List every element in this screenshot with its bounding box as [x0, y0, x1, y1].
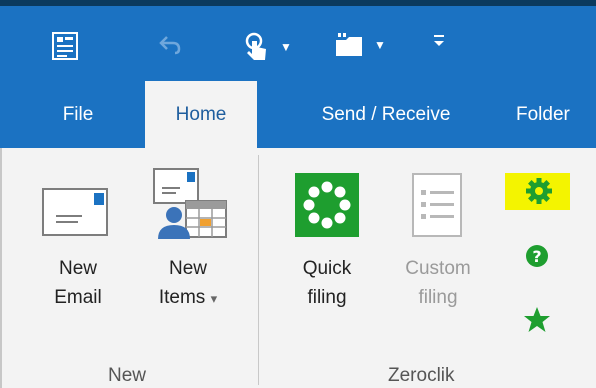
new-items-label-text: Items — [158, 287, 206, 308]
help-question-icon[interactable]: ? — [525, 244, 549, 273]
outlook-tray-icon[interactable] — [52, 32, 78, 60]
new-email-button[interactable]: New Email — [40, 254, 116, 312]
folder-icon[interactable]: ▼ — [334, 32, 386, 58]
quick-filing-button[interactable]: Quick filing — [288, 254, 366, 312]
quick-access-toolbar: ▼ ▼ — [0, 6, 596, 81]
custom-filing-label-line2: filing — [418, 287, 458, 308]
tab-folder[interactable]: Folder — [516, 81, 596, 148]
quick-filing-icon[interactable] — [295, 173, 359, 237]
group-label-new: New — [108, 365, 147, 386]
svg-text:?: ? — [532, 247, 541, 266]
outlook-window: ▼ ▼ File Home Send / Receive Folder New … — [0, 0, 596, 388]
tab-home[interactable]: Home — [145, 81, 257, 148]
new-email-label-line2: Email — [54, 287, 102, 308]
quick-filing-label-line2: filing — [307, 287, 347, 308]
new-items-label-line1: New — [168, 258, 207, 279]
tab-file[interactable]: File — [38, 81, 118, 148]
touch-mode-dropdown-icon[interactable]: ▼ — [280, 40, 292, 54]
ribbon-tabs: File Home Send / Receive Folder — [0, 81, 596, 148]
customize-icon[interactable] — [432, 32, 446, 48]
quick-filing-label-line1: Quick — [302, 258, 352, 279]
new-items-icon[interactable] — [150, 165, 228, 243]
new-email-label-line1: New — [58, 258, 97, 279]
new-items-label-line2: Items ▾ — [148, 283, 228, 313]
new-items-dropdown-icon[interactable]: ▾ — [211, 291, 218, 306]
favorite-star-icon[interactable] — [523, 306, 551, 339]
group-label-zeroclik: Zeroclik — [388, 365, 455, 386]
settings-gear-icon[interactable] — [525, 177, 553, 210]
group-separator — [258, 155, 259, 385]
tab-send-receive[interactable]: Send / Receive — [292, 81, 480, 148]
custom-filing-icon[interactable] — [405, 173, 469, 237]
custom-filing-button[interactable]: Custom filing — [396, 254, 480, 312]
folder-dropdown-icon[interactable]: ▼ — [374, 38, 386, 52]
undo-icon[interactable] — [158, 32, 182, 56]
new-email-icon[interactable] — [42, 183, 108, 237]
custom-filing-label-line1: Custom — [405, 258, 471, 279]
new-items-button[interactable]: New Items ▾ — [148, 254, 228, 313]
touch-mode-icon[interactable]: ▼ — [244, 32, 292, 62]
